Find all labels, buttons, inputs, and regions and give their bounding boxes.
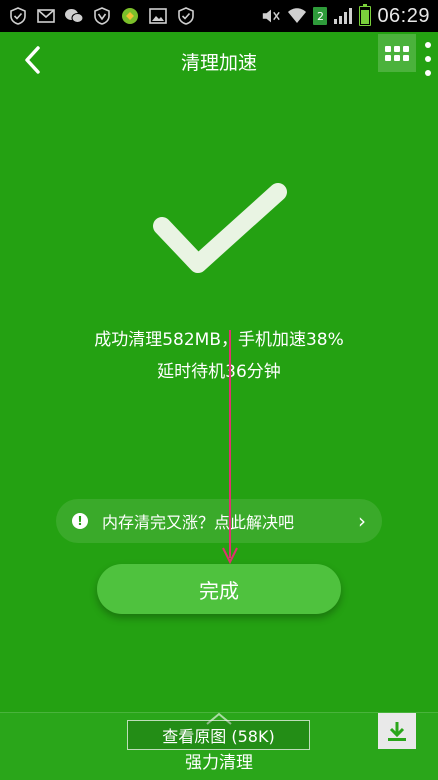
system-icons: 2 06:29 (261, 4, 430, 28)
view-original-button[interactable]: 查看原图 (58K) (127, 720, 310, 750)
download-icon (388, 722, 406, 741)
notification-icons (8, 7, 196, 25)
annotation-arrow-icon (222, 330, 238, 565)
signal-icon (333, 7, 353, 25)
force-clean-label[interactable]: 强力清理 (0, 748, 438, 773)
wifi-icon (287, 7, 307, 25)
mute-icon (261, 7, 281, 25)
chevron-right-icon: › (358, 509, 366, 533)
status-bar: 2 06:29 (0, 0, 438, 32)
page-title: 清理加速 (180, 52, 257, 74)
app-icon (120, 7, 140, 25)
wechat-icon (64, 7, 84, 25)
shield-check-icon (176, 7, 196, 25)
grid-menu-icon[interactable] (378, 34, 416, 72)
battery-icon (359, 4, 372, 26)
overflow-menu-icon[interactable] (422, 42, 434, 86)
gallery-icon (148, 7, 168, 25)
sim-badge: 2 (313, 7, 328, 25)
done-button[interactable]: 完成 (97, 564, 341, 614)
download-button[interactable] (378, 713, 416, 749)
checkmark-icon (153, 183, 287, 273)
clock: 06:29 (377, 4, 430, 27)
exclamation-icon: ! (72, 513, 88, 529)
tip-text: 内存清完又涨？点此解决吧 (102, 513, 295, 532)
shield-check-icon (8, 7, 28, 25)
mail-icon (36, 7, 56, 25)
title-bar: 清理加速 (0, 32, 438, 90)
vpn-shield-icon (92, 7, 112, 25)
